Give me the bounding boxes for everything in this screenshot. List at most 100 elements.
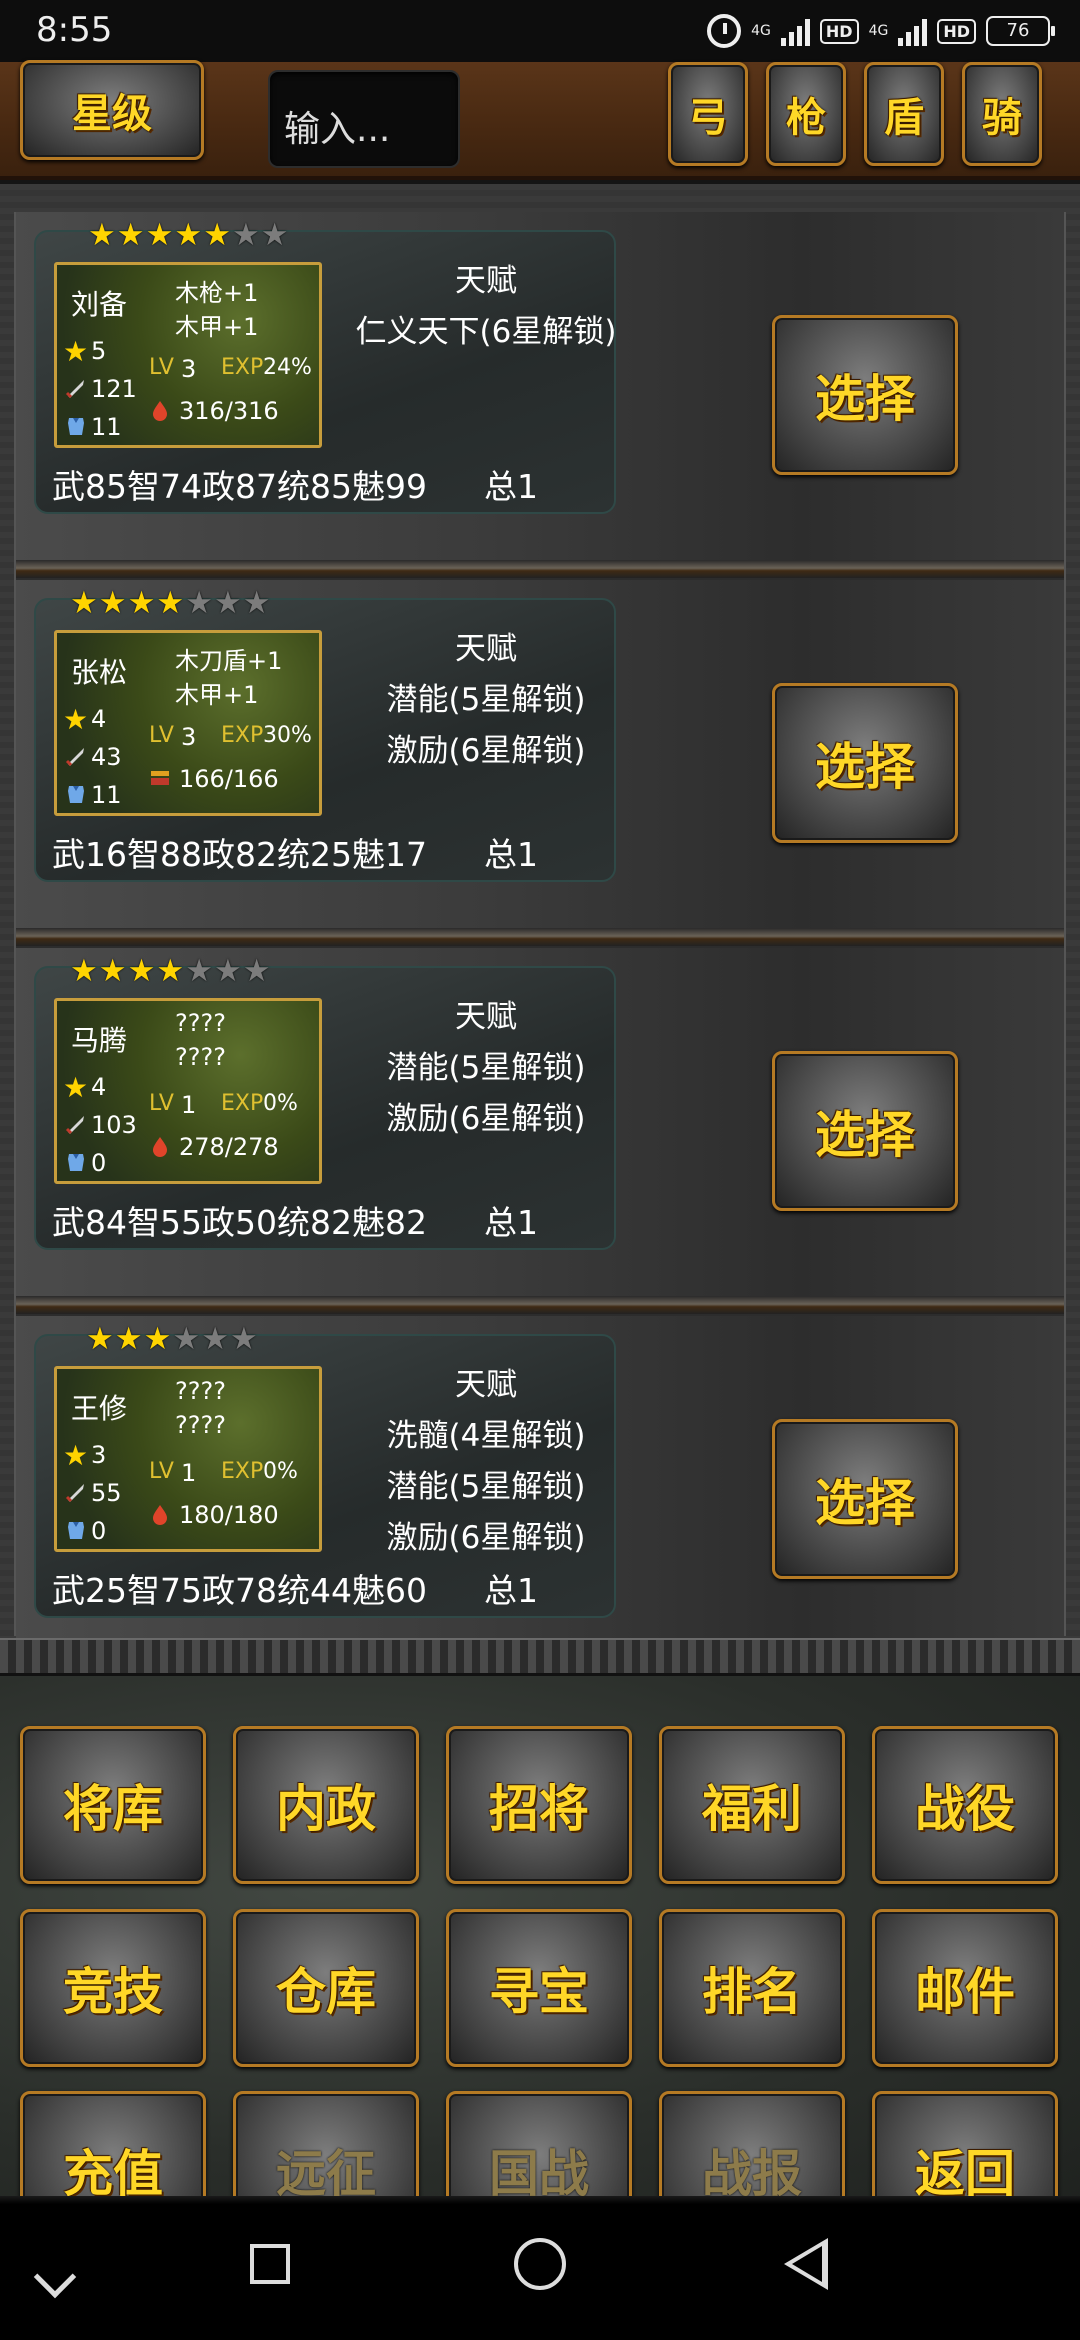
talent-item: 激励(6星解锁) [386, 1101, 586, 1137]
hero-portrait[interactable]: 张松 木刀盾+1 木甲+1 ★ 4 43 11 LV 3 EXP 30% 166/166 [54, 630, 322, 816]
talent-list: 天赋 潜能(5星解锁) 激励(6星解锁) [336, 992, 636, 1145]
hero-row[interactable]: ★ ★ ★ ★ ★ ★ 王修???????? ★ 3 55 0 LV 1 EXP 0% 180/180 武25智… [16, 1316, 1064, 1664]
hero-row[interactable]: ★ ★ ★ ★ ★ ★ ★ 刘备 木枪+1 木甲+1 ★ 5 121 11 LV 3 EXP 24% 316/316… [16, 212, 1064, 560]
domestic-button[interactable]: 内政 [233, 1726, 419, 1884]
star-filled-icon: ★ [70, 953, 98, 989]
warehouse-button[interactable]: 仓库 [233, 1909, 419, 2067]
hero-weapon: 木枪+1 [175, 279, 259, 307]
android-nav-bar [0, 2204, 1080, 2340]
bow-filter-button[interactable]: 弓 [668, 62, 748, 166]
hp-icon [149, 1135, 171, 1157]
star-filter-button[interactable]: 星级 [20, 60, 204, 160]
attack-icon [65, 1481, 87, 1503]
talent-title: 天赋 [455, 263, 517, 299]
hero-attack: 43 [91, 743, 122, 771]
talent-item: 洗髓(4星解锁) [386, 1418, 586, 1454]
star-empty-icon: ★ [242, 953, 271, 989]
exp-label: EXP [221, 723, 264, 748]
spear-filter-button[interactable]: 枪 [766, 62, 846, 166]
hero-portrait[interactable]: 王修???????? ★ 3 55 0 LV 1 EXP 0% 180/180 [54, 1366, 322, 1552]
hero-name: 王修 [71, 1392, 128, 1425]
hero-hp: 316/316 [179, 397, 279, 425]
treasure-hunt-button[interactable]: 寻宝 [446, 1909, 632, 2067]
hero-star-level: 4 [91, 1073, 107, 1101]
defense-icon [65, 415, 87, 437]
troop-icon [149, 767, 171, 789]
hero-star-level: 4 [91, 705, 107, 733]
select-hero-button[interactable]: 选择 [772, 1051, 958, 1211]
talent-item: 潜能(5星解锁) [386, 1050, 586, 1086]
exp-label: EXP [221, 355, 264, 380]
hero-hp: 180/180 [179, 1501, 279, 1529]
hero-portrait[interactable]: 马腾???????? ★ 4 103 0 LV 1 EXP 0% 278/278 [54, 998, 322, 1184]
select-hero-button[interactable]: 选择 [772, 683, 958, 843]
recruit-button[interactable]: 招将 [446, 1726, 632, 1884]
hero-armor: 木甲+1 [175, 681, 259, 709]
arena-button[interactable]: 竞技 [20, 1909, 206, 2067]
hero-name: 刘备 [71, 288, 128, 321]
star-empty-icon: ★ [213, 585, 242, 621]
menu-border [0, 1638, 1080, 1676]
star-level-icon: ★ [63, 1071, 89, 1104]
hero-hp: 278/278 [179, 1133, 279, 1161]
status-icons: 4G HD 4G HD 76 [707, 12, 1055, 50]
hero-portrait[interactable]: 刘备 木枪+1 木甲+1 ★ 5 121 11 LV 3 EXP 24% 316/316 [54, 262, 322, 448]
star-filled-icon: ★ [156, 585, 185, 621]
row-divider [16, 1296, 1064, 1314]
star-empty-icon: ★ [213, 953, 242, 989]
nav-collapse-icon[interactable] [33, 2255, 77, 2299]
campaign-button[interactable]: 战役 [872, 1726, 1058, 1884]
hero-defense: 11 [91, 781, 122, 809]
star-empty-icon: ★ [185, 585, 213, 621]
network-type-2: 4G [868, 23, 889, 39]
hero-star-level: 5 [91, 337, 107, 365]
ranking-button[interactable]: 排名 [659, 1909, 845, 2067]
mail-button[interactable]: 邮件 [872, 1909, 1058, 2067]
nav-home-icon[interactable] [514, 2238, 566, 2290]
star-empty-icon: ★ [231, 217, 260, 253]
exp-label: EXP [221, 1459, 264, 1484]
hero-library-button[interactable]: 将库 [20, 1726, 206, 1884]
talent-item: 激励(6星解锁) [386, 733, 586, 769]
hero-armor: ???? [175, 1043, 226, 1071]
star-empty-icon: ★ [229, 1321, 258, 1357]
battery-icon: 76 [986, 16, 1055, 46]
hero-card: ★ ★ ★ ★ ★ ★ 王修???????? ★ 3 55 0 LV 1 EXP 0% 180/180 武25智… [34, 1324, 616, 1618]
hero-total: 总1 [484, 467, 538, 506]
select-hero-button[interactable]: 选择 [772, 1419, 958, 1579]
star-level-icon: ★ [63, 335, 89, 368]
cavalry-filter-button[interactable]: 骑 [962, 62, 1042, 166]
star-filled-icon: ★ [127, 953, 156, 989]
defense-icon [65, 1519, 87, 1541]
star-filled-icon: ★ [127, 585, 156, 621]
talent-item: 仁义天下(6星解锁) [355, 314, 617, 350]
star-filled-icon: ★ [70, 585, 98, 621]
hero-exp: 24% [263, 355, 312, 380]
hero-total: 总1 [484, 1571, 538, 1610]
hero-row[interactable]: ★ ★ ★ ★ ★ ★ ★ 马腾???????? ★ 4 103 0 LV 1 EXP 0% 278/278 武8… [16, 948, 1064, 1296]
star-empty-icon: ★ [242, 585, 271, 621]
welfare-button[interactable]: 福利 [659, 1726, 845, 1884]
star-filled-icon: ★ [88, 217, 116, 253]
hero-row[interactable]: ★ ★ ★ ★ ★ ★ ★ 张松 木刀盾+1 木甲+1 ★ 4 43 11 LV 3 EXP 30% 166/166… [16, 580, 1064, 928]
hd-badge-2: HD [937, 18, 976, 44]
hero-level: 3 [181, 723, 197, 751]
hero-attack: 103 [91, 1111, 137, 1139]
star-filled-icon: ★ [98, 585, 127, 621]
nav-back-icon[interactable] [784, 2238, 828, 2290]
level-label: LV [149, 355, 174, 380]
bottom-menu: 将库 内政 招将 福利 战役 竞技 仓库 寻宝 排名 邮件 充值 远征 国战 战报 返回 [0, 1676, 1080, 2249]
hero-hp: 166/166 [179, 765, 279, 793]
talent-list: 天赋 洗髓(4星解锁) 潜能(5星解锁) 激励(6星解锁) [336, 1360, 636, 1564]
nav-recents-icon[interactable] [250, 2244, 290, 2284]
select-hero-button[interactable]: 选择 [772, 315, 958, 475]
star-rating: ★ ★ ★ ★ ★ ★ ★ [70, 588, 271, 619]
alarm-icon [707, 14, 742, 48]
search-input[interactable]: 输入... [268, 70, 460, 168]
attack-icon [65, 377, 87, 399]
hero-weapon: ???? [175, 1009, 226, 1037]
row-divider [16, 560, 1064, 578]
star-filled-icon: ★ [203, 217, 231, 253]
hero-card: ★ ★ ★ ★ ★ ★ ★ 张松 木刀盾+1 木甲+1 ★ 4 43 11 LV 3 EXP 30% 166/166… [34, 588, 616, 882]
shield-filter-button[interactable]: 盾 [864, 62, 944, 166]
